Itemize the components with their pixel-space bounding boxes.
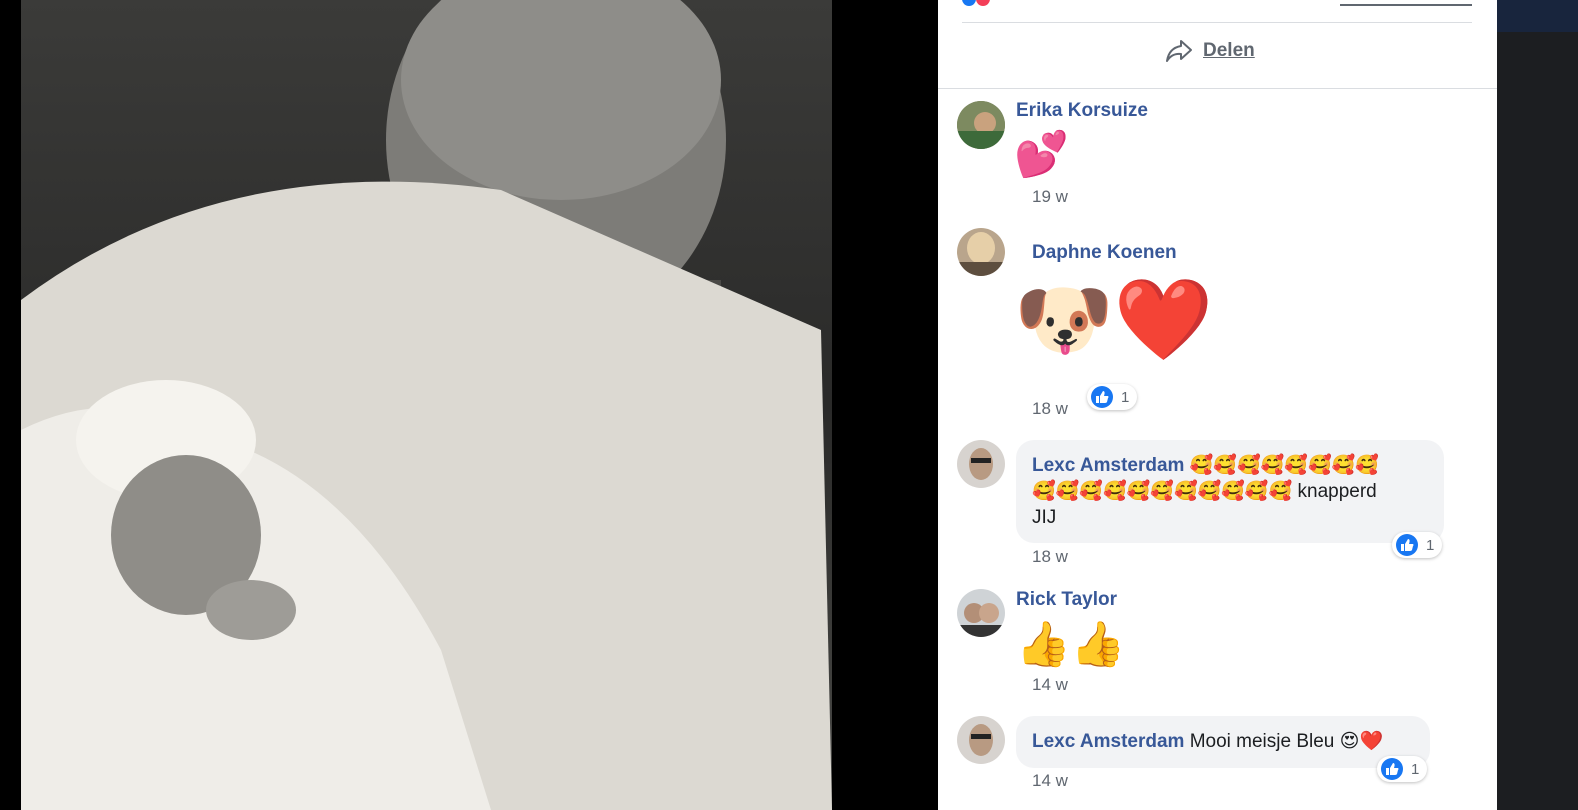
avatar[interactable] [957,228,1005,276]
comment-text-line: 🥰🥰🥰🥰🥰🥰🥰🥰 [1189,455,1379,476]
avatar-image [957,440,1005,488]
comment-emoji: 💕 [1014,129,1069,180]
photo-illustration [21,0,832,810]
post-photo[interactable] [21,0,832,810]
comment-time[interactable]: 18 w [1032,547,1068,567]
comment-text: Mooi meisje Bleu 😍❤️ [1189,731,1384,752]
comment-text-line: 🥰🥰🥰🥰🥰🥰🥰🥰🥰🥰🥰 knapperd [1032,481,1377,502]
comment-author[interactable]: Lexc Amsterdam [1032,731,1184,752]
share-button[interactable]: Delen [1165,38,1255,64]
love-reaction-icon [976,0,991,6]
like-count: 1 [1121,388,1130,406]
divider [962,22,1472,23]
comment-bubble: Lexc Amsterdam Mooi meisje Bleu 😍❤️ [1016,716,1430,768]
comment-author[interactable]: Lexc Amsterdam [1032,455,1184,476]
comment-sticker: 🐶❤️ [1014,273,1214,366]
like-count: 1 [1426,536,1435,554]
comment-emoji: 👍👍 [1016,619,1126,670]
top-bar [1497,0,1578,32]
comments-link[interactable] [1340,0,1472,6]
background-area [1497,32,1578,810]
share-icon [1166,40,1192,62]
comment-reaction-count[interactable]: 1 [1377,756,1428,782]
reaction-summary[interactable] [962,0,991,11]
avatar-image [957,716,1005,764]
like-count: 1 [1411,760,1420,778]
comment-time[interactable]: 14 w [1032,675,1068,695]
thumbs-up-icon [1396,534,1418,556]
avatar[interactable] [957,716,1005,764]
comment-reaction-count[interactable]: 1 [1392,532,1443,558]
comment-author[interactable]: Erika Korsuize [1016,100,1148,122]
share-label: Delen [1203,40,1255,61]
thumbs-up-icon [1381,758,1403,780]
thumbs-up-icon [1091,386,1113,408]
comment-author[interactable]: Daphne Koenen [1032,242,1177,264]
avatar[interactable] [957,440,1005,488]
divider [938,88,1497,89]
avatar[interactable] [957,101,1005,149]
avatar-image [957,589,1005,637]
avatar-image [957,101,1005,149]
comment-time[interactable]: 19 w [1032,187,1068,207]
comment-time[interactable]: 18 w [1032,399,1068,419]
comment-text-line: JIJ [1032,507,1057,528]
comment-author[interactable]: Rick Taylor [1016,589,1117,611]
comment-time[interactable]: 14 w [1032,771,1068,791]
avatar-image [957,228,1005,276]
comment-bubble: Lexc Amsterdam 🥰🥰🥰🥰🥰🥰🥰🥰 🥰🥰🥰🥰🥰🥰🥰🥰🥰🥰🥰 knap… [1016,440,1444,543]
avatar[interactable] [957,589,1005,637]
comment-reaction-count[interactable]: 1 [1087,384,1138,410]
like-reaction-icon [962,0,976,6]
